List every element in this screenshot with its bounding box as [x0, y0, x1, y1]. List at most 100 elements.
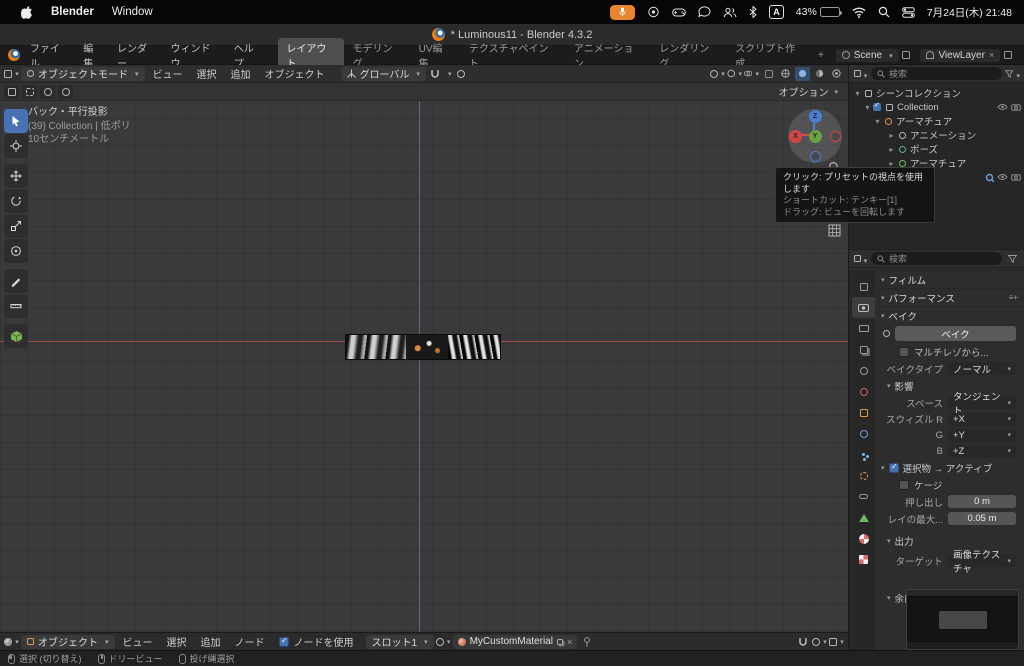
tool-setting-icon-3[interactable]	[40, 85, 55, 99]
chevron-right-icon[interactable]	[886, 145, 897, 154]
chevron-right-icon[interactable]	[886, 131, 897, 140]
close-icon[interactable]: ×	[989, 50, 994, 60]
outliner-row-pose[interactable]: ポーズ	[849, 142, 1024, 156]
subpanel-selected-to-active[interactable]: 選択物 → アクティブ	[875, 459, 1024, 476]
snap-toggle[interactable]	[795, 635, 810, 649]
material-name-field[interactable]: MyCustomMaterial ×	[453, 635, 578, 649]
game-controller-icon[interactable]	[672, 7, 686, 18]
viewport-menu-select[interactable]: 選択	[191, 66, 223, 81]
view-options-dropdown[interactable]	[829, 635, 844, 649]
tab-output[interactable]	[852, 318, 875, 339]
editor-type-dropdown[interactable]	[853, 67, 868, 81]
shader-menu-select[interactable]: 選択	[161, 634, 193, 649]
selected-to-active-checkbox[interactable]	[889, 463, 899, 473]
battery-indicator[interactable]: 43%	[796, 6, 840, 18]
orthographic-grid-icon[interactable]	[826, 222, 843, 239]
blender-menu-icon[interactable]	[8, 49, 20, 61]
properties-search-input[interactable]: 検索	[871, 252, 1002, 265]
viewlayer-selector[interactable]: ViewLayer ×	[920, 49, 1000, 62]
transform-orientation-dropdown[interactable]: グローバル	[341, 67, 426, 81]
wifi-icon[interactable]	[852, 7, 866, 18]
tab-object-data[interactable]	[852, 507, 875, 528]
chevron-down-icon[interactable]	[862, 103, 873, 112]
measure-tool[interactable]	[4, 294, 28, 318]
gizmo-negative-x-axis[interactable]	[830, 131, 841, 142]
shading-rendered-button[interactable]	[829, 67, 844, 81]
show-overlays-dropdown[interactable]	[744, 67, 759, 81]
screen-mirroring-icon[interactable]	[647, 6, 660, 18]
tab-material[interactable]	[852, 528, 875, 549]
spotlight-search-icon[interactable]	[878, 6, 890, 18]
menu-file[interactable]: ファイル	[23, 48, 76, 63]
overlay-toggle-dropdown[interactable]	[812, 635, 827, 649]
multires-checkbox[interactable]	[899, 347, 909, 357]
image-preview-thumbnail[interactable]	[906, 589, 1019, 650]
target-dropdown[interactable]: 画像テクスチャ	[948, 554, 1016, 567]
swizzle-g-dropdown[interactable]: +Y	[948, 429, 1016, 442]
viewport-canvas[interactable]: バック・平行投影 (39) Collection | 低ポリ 10センチメートル…	[0, 101, 848, 632]
menu-edit[interactable]: 編集	[76, 48, 110, 63]
disable-render-icon[interactable]	[1011, 103, 1021, 111]
snap-dropdown[interactable]	[445, 68, 452, 79]
tool-setting-icon-4[interactable]	[58, 85, 73, 99]
tab-view-layer[interactable]	[852, 339, 875, 360]
pin-icon[interactable]	[579, 635, 594, 649]
tool-setting-icon-2[interactable]	[22, 85, 37, 99]
gizmo-z-axis[interactable]: Z	[809, 110, 822, 123]
tab-modifiers[interactable]	[852, 423, 875, 444]
duplicate-material-icon[interactable]	[557, 639, 563, 645]
editor-type-dropdown[interactable]	[4, 635, 19, 649]
microphone-indicator[interactable]	[610, 5, 635, 20]
unlink-material-icon[interactable]: ×	[567, 637, 572, 647]
add-workspace-button[interactable]: +	[813, 48, 829, 63]
show-gizmo-dropdown[interactable]	[727, 67, 742, 81]
browse-material-dropdown[interactable]	[436, 635, 451, 649]
tab-object[interactable]	[852, 402, 875, 423]
presets-icon[interactable]: ≡+	[1009, 293, 1018, 302]
use-nodes-toggle[interactable]: ノードを使用	[279, 634, 354, 649]
tool-setting-icon-1[interactable]	[4, 85, 19, 99]
tab-particles[interactable]	[852, 444, 875, 465]
shading-material-button[interactable]	[812, 67, 827, 81]
editor-type-dropdown[interactable]	[4, 67, 19, 81]
viewport-menu-object[interactable]: オブジェクト	[259, 66, 331, 81]
shader-menu-node[interactable]: ノード	[229, 634, 271, 649]
chat-bubble-icon[interactable]	[698, 6, 711, 18]
tab-texture[interactable]	[852, 549, 875, 570]
tab-physics[interactable]	[852, 465, 875, 486]
outliner-row-animation[interactable]: アニメーション	[849, 128, 1024, 142]
menubar-app-name[interactable]: Blender	[42, 0, 103, 24]
swizzle-b-dropdown[interactable]: +Z	[948, 445, 1016, 458]
input-source-indicator[interactable]: A	[769, 5, 784, 19]
tab-world[interactable]	[852, 381, 875, 402]
shader-type-dropdown[interactable]: オブジェクト	[21, 635, 115, 649]
viewport-menu-add[interactable]: 追加	[225, 66, 257, 81]
gizmo-negative-z-axis[interactable]	[810, 151, 821, 162]
gizmo-x-axis[interactable]: X	[789, 130, 802, 143]
menu-render[interactable]: レンダー	[110, 48, 163, 63]
filter-icon[interactable]	[1005, 252, 1020, 266]
tab-render[interactable]	[852, 297, 875, 318]
filter-icon[interactable]	[1005, 67, 1020, 81]
cursor-tool[interactable]	[4, 134, 28, 158]
shading-wireframe-button[interactable]	[778, 67, 793, 81]
tab-scene[interactable]	[852, 360, 875, 381]
xray-toggle[interactable]	[761, 67, 776, 81]
hide-viewport-icon[interactable]	[997, 103, 1008, 111]
apple-menu-icon[interactable]	[12, 0, 42, 24]
new-viewlayer-button[interactable]	[1000, 48, 1015, 62]
panel-performance[interactable]: パフォーマンス≡+	[875, 288, 1024, 306]
cage-checkbox[interactable]	[899, 480, 909, 490]
options-dropdown[interactable]: オプション	[778, 84, 844, 99]
bake-button[interactable]: ベイク	[895, 326, 1016, 341]
extrusion-field[interactable]: 0 m	[948, 495, 1016, 508]
panel-film[interactable]: フィルム	[875, 270, 1024, 288]
shading-solid-button[interactable]	[795, 67, 810, 81]
proportional-edit-toggle[interactable]	[453, 67, 468, 81]
viewport-menu-view[interactable]: ビュー	[147, 66, 189, 81]
bake-type-dropdown[interactable]: ノーマル	[948, 362, 1016, 375]
outliner-search-input[interactable]: 検索	[871, 67, 1002, 80]
collection-checkbox[interactable]	[873, 103, 881, 111]
shader-menu-view[interactable]: ビュー	[117, 634, 159, 649]
hide-viewport-icon[interactable]	[997, 173, 1008, 181]
